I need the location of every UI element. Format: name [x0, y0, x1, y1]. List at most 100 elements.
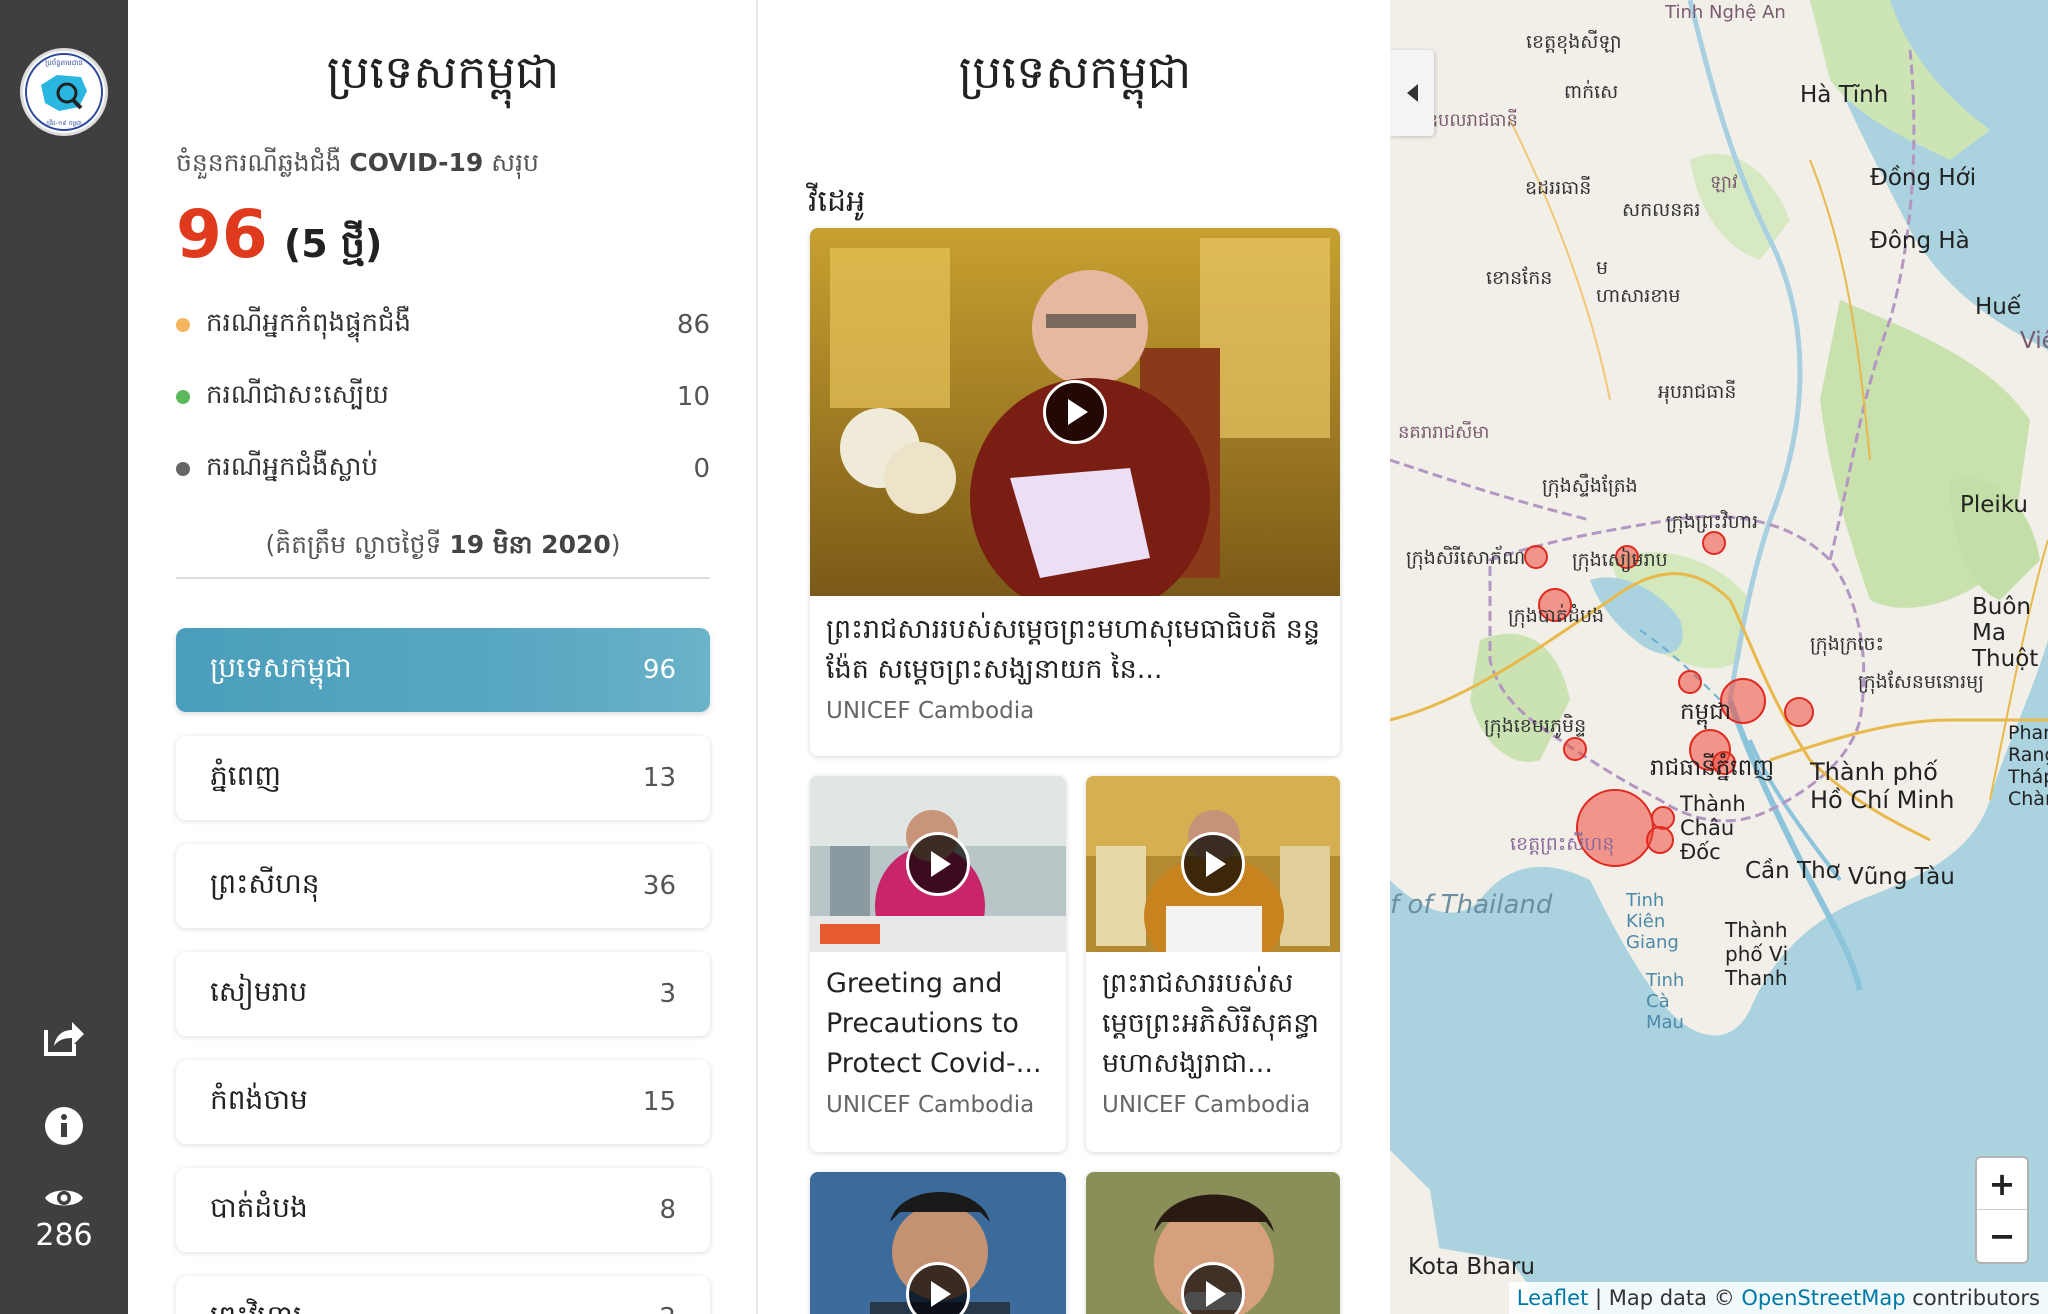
video-source: UNICEF Cambodia [826, 698, 1035, 724]
video-thumbnail[interactable] [810, 776, 1066, 952]
map-label: រាជធានីភ្នំពេញ [1650, 755, 1775, 781]
video-title[interactable]: ព្រះរាជសាររបស់សម្តេចព្រះអភិសិរីសុគន្ធាមហ… [1086, 952, 1340, 1084]
recovered-dot-icon [176, 390, 190, 404]
play-icon[interactable] [906, 832, 970, 896]
death-cases-value: 0 [693, 454, 710, 484]
map-label: ក្រុងព្រះវិហារ [1666, 511, 1759, 533]
caption-suffix: សរុប [491, 148, 539, 177]
total-cases: 96 (5 ថ្មី) [176, 196, 382, 276]
province-count: 96 [642, 655, 676, 685]
map-label: Huế [1975, 294, 2022, 320]
province-name: ភ្នំពេញ [210, 758, 282, 792]
map-label: សកលនគរ [1622, 199, 1701, 221]
active-cases-value: 86 [676, 310, 710, 340]
eye-icon [45, 1190, 83, 1206]
map[interactable]: Tinh Nghệ An Hà Tĩnh Đồng Hới Đông Hà Hu… [1390, 0, 2048, 1314]
province-item-kampong-cham[interactable]: កំពង់ចាម 15 [176, 1060, 710, 1144]
video-card[interactable] [810, 1172, 1066, 1314]
map-label: Tinh Cà Mau [1646, 970, 1685, 1033]
share-button[interactable] [0, 1018, 128, 1058]
video-title[interactable]: Greeting and Precautions to Protect Covi… [810, 952, 1066, 1084]
new-cases: (5 ថ្មី) [283, 222, 383, 266]
as-of-suffix: ) [610, 530, 621, 559]
province-name: សៀមរាប [210, 974, 308, 1008]
left-rail: ប្រព័ន្ធតាមដាន កូវីដ-១៩ កម្ពុជា 286 [0, 0, 128, 1314]
map-label: Thành phố Hồ Chí Minh [1810, 758, 1955, 814]
map-label: Phan Rang Tháp Chàm [2008, 722, 2048, 810]
province-item-sihanouk[interactable]: ព្រះសីហនុ 36 [176, 844, 710, 928]
recovered-cases-row: ករណីជាសះស្បើយ 10 [176, 378, 710, 416]
map-label: Pleiku [1960, 492, 2028, 518]
province-name: បាត់ដំបង [210, 1190, 308, 1224]
video-title[interactable]: ព្រះរាជសាររបស់សម្តេចព្រះមហាសុមេធាធិបតី ន… [810, 596, 1340, 690]
map-label: ក្រុងក្រចេះ [1810, 633, 1884, 655]
video-card[interactable]: ព្រះរាជសាររបស់សម្តេចព្រះមហាសុមេធាធិបតី ន… [810, 228, 1340, 756]
map-label: Buôn Ma Thuột [1972, 594, 2039, 672]
death-cases-label: ករណីអ្នកជំងឺស្លាប់ [206, 452, 379, 482]
share-icon [44, 1022, 84, 1056]
video-thumbnail[interactable] [1086, 1172, 1340, 1314]
active-cases-row: ករណីអ្នកកំពុងផ្ទុកជំងឺ 86 [176, 306, 710, 344]
map-label: Hà Tĩnh [1800, 82, 1889, 108]
map-label: ក្រុងខេមរភូមិន្ទ [1484, 715, 1587, 737]
zoom-out-button[interactable]: − [1977, 1210, 2027, 1262]
videos-section-label: វីដេអូ [808, 184, 866, 219]
map-label: Việt Nam [2020, 328, 2048, 354]
as-of-prefix: (គិតត្រឹម ល្ងាចថ្ងៃទី [265, 530, 442, 559]
map-label: ក្រុងសៀមរាប [1572, 549, 1668, 571]
province-item-battambang[interactable]: បាត់ដំបង 8 [176, 1168, 710, 1252]
osm-link[interactable]: OpenStreetMap [1741, 1286, 1905, 1310]
stats-title: ប្រទេសកម្ពុជា [326, 45, 560, 99]
active-cases-label: ករណីអ្នកកំពុងផ្ទុកជំងឺ [206, 308, 412, 338]
map-label: Tinh Nghệ An [1665, 2, 1786, 23]
death-cases-row: ករណីអ្នកជំងឺស្លាប់ 0 [176, 450, 710, 488]
active-dot-icon [176, 318, 190, 332]
map-label: ពាក់សេ [1564, 81, 1619, 103]
video-thumbnail[interactable] [1086, 776, 1340, 952]
stats-panel: ប្រទេសកម្ពុជា ចំនួនករណីឆ្លងជំងឺ COVID-19… [128, 0, 758, 1314]
leaflet-link[interactable]: Leaflet [1517, 1286, 1589, 1310]
play-icon[interactable] [1043, 380, 1107, 444]
death-dot-icon [176, 462, 190, 476]
map-label: Đông Hà [1870, 228, 1970, 254]
views-counter: 286 [0, 1184, 128, 1253]
divider [176, 577, 710, 579]
views-count: 286 [35, 1218, 93, 1253]
info-button[interactable] [0, 1106, 128, 1146]
map-attribution: Leaflet | Map data © OpenStreetMap contr… [1508, 1282, 2048, 1314]
map-label: Kota Bharu [1408, 1254, 1535, 1280]
total-cases-caption: ចំនួនករណីឆ្លងជំងឺ COVID-19 សរុប [176, 148, 539, 184]
map-label: Thành Châu Đốc [1680, 792, 1746, 864]
collapse-panel-button[interactable] [1390, 50, 1434, 136]
province-item-phnom-penh[interactable]: ភ្នំពេញ 13 [176, 736, 710, 820]
map-label: អុបរាជធានី [1658, 381, 1737, 403]
province-item-cambodia[interactable]: ប្រទេសកម្ពុជា 96 [176, 628, 710, 712]
video-source: UNICEF Cambodia [826, 1092, 1035, 1118]
info-icon [45, 1107, 83, 1145]
map-label: ឧដររធានី [1525, 177, 1592, 199]
map-label: ខេត្តខុងសីឡា [1526, 31, 1622, 53]
map-label: Vũng Tàu [1848, 864, 1955, 890]
video-thumbnail[interactable] [810, 228, 1340, 596]
app-logo[interactable]: ប្រព័ន្ធតាមដាន កូវីដ-១៩ កម្ពុជា [20, 48, 108, 136]
videos-panel: ប្រទេសកម្ពុជា វីដេអូ ព្រះរាជសាររបស់សម្តេ… [760, 0, 1390, 1314]
province-count: 13 [642, 763, 676, 793]
app: ប្រព័ន្ធតាមដាន កូវីដ-១៩ កម្ពុជា 286 ប្រទ… [0, 0, 2048, 1314]
map-label: ក្រុងសែនមនោរម្យ [1858, 671, 1984, 693]
map-label: ក្រុងបាត់ដំបង [1508, 605, 1605, 627]
video-card[interactable] [1086, 1172, 1340, 1314]
province-count: 3 [659, 979, 676, 1009]
video-thumbnail[interactable] [810, 1172, 1066, 1314]
map-label: ក្រុងស្ទឹងត្រែង [1542, 475, 1638, 497]
video-card[interactable]: Greeting and Precautions to Protect Covi… [810, 776, 1066, 1152]
province-count: 8 [659, 1195, 676, 1225]
province-count: 2 [659, 1303, 676, 1314]
map-label: Đồng Hới [1870, 165, 1977, 191]
province-count: 36 [642, 871, 676, 901]
video-card[interactable]: ព្រះរាជសាររបស់សម្តេចព្រះអភិសិរីសុគន្ធាមហ… [1086, 776, 1340, 1152]
play-icon[interactable] [1181, 832, 1245, 896]
map-label: មហាសារខាម [1596, 257, 1681, 307]
province-item-siem-reap[interactable]: សៀមរាប 3 [176, 952, 710, 1036]
zoom-in-button[interactable]: + [1977, 1158, 2027, 1210]
province-item-preah-vihear[interactable]: ព្រះវិហារ 2 [176, 1276, 710, 1314]
